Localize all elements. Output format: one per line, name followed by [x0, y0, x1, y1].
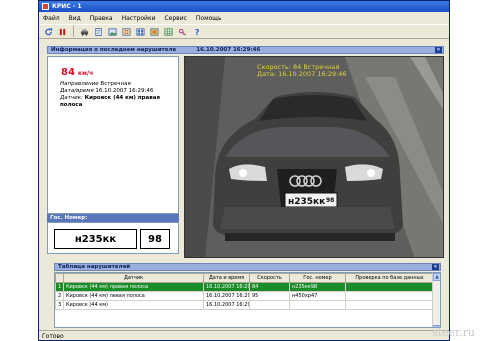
violations-grid: Датчик Дата и время Скорость Гос. номер …	[55, 273, 434, 310]
row-speed: 84	[249, 282, 290, 292]
row-plate: н450хр47	[289, 291, 346, 301]
direction-label: Направление	[60, 81, 99, 87]
key-icon[interactable]	[177, 26, 188, 37]
row-datetime: 16.10.2007 16:29...	[203, 291, 250, 301]
photo-overlay: Скорость: 84 Встречная Дата: 16.10.2007 …	[257, 64, 347, 78]
image-zoom-icon[interactable]	[121, 26, 132, 37]
sensor-row: Датчик: Кировск (44 км) правая полоса	[60, 95, 176, 109]
table-panel-header: Таблица нарушителей ✕	[54, 263, 441, 271]
row-speed	[249, 300, 290, 310]
toolbar: ?	[39, 24, 449, 39]
photo-plate-text: н235кк	[288, 197, 325, 207]
sensor-label: Датчик:	[60, 95, 83, 101]
speed-unit: км/ч	[77, 70, 94, 77]
image-list-icon[interactable]	[135, 26, 146, 37]
col-db-check[interactable]: Проверка по базе данных	[345, 273, 434, 283]
violations-table: Датчик Дата и время Скорость Гос. номер …	[54, 272, 441, 328]
row-datetime: 16.10.2007 16:29...	[203, 300, 250, 310]
refresh-icon[interactable]	[43, 26, 54, 37]
table-row[interactable]: 2 Кировск (44 км) левая полоса 16.10.200…	[55, 291, 434, 301]
speed-value: 84	[61, 67, 75, 78]
row-db-check	[345, 291, 434, 301]
document-icon[interactable]	[93, 26, 104, 37]
pause-icon[interactable]	[57, 26, 68, 37]
info-panel-close-icon[interactable]: ✕	[435, 47, 442, 53]
col-plate[interactable]: Гос. номер	[289, 273, 346, 283]
col-datetime[interactable]: Дата и время	[203, 273, 250, 283]
table-icon[interactable]	[163, 26, 174, 37]
col-speed[interactable]: Скорость	[249, 273, 290, 283]
row-plate: н235кк98	[289, 282, 346, 292]
menu-edit[interactable]: Правка	[90, 15, 113, 22]
row-datetime: 16.10.2007 16:29...	[203, 282, 250, 292]
row-sensor: Кировск (44 км) правая полоса	[63, 282, 204, 292]
menu-service[interactable]: Сервис	[164, 15, 186, 22]
scroll-up-icon[interactable]: ▲	[433, 273, 440, 281]
table-header-row: Датчик Дата и время Скорость Гос. номер …	[55, 273, 434, 283]
plate-region: 98	[140, 229, 170, 249]
status-bar: Готово	[39, 330, 449, 341]
plate-panel: н235кк 98	[47, 222, 179, 254]
direction-value: Встречная	[100, 81, 131, 87]
menu-help[interactable]: Помощь	[196, 15, 222, 22]
print-preview-icon[interactable]	[149, 26, 160, 37]
col-sensor[interactable]: Датчик	[63, 273, 204, 283]
datetime-row: Дата/время 16.10.2007 16:29:46	[60, 88, 176, 95]
toolbar-separator	[73, 26, 74, 37]
datetime-value: 16.10.2007 16:29:46	[95, 88, 154, 94]
watermark: steer.ru	[432, 326, 475, 339]
table-panel-title: Таблица нарушителей	[58, 264, 131, 270]
row-sensor: Кировск (44 км) левая полоса	[63, 291, 204, 301]
row-speed: 95	[249, 291, 290, 301]
col-index	[55, 273, 64, 283]
table-row[interactable]: 1 Кировск (44 км) правая полоса 16.10.20…	[55, 282, 434, 292]
datetime-label: Дата/время	[60, 88, 94, 94]
direction-row: Направление Встречная	[60, 81, 176, 88]
app-icon	[42, 3, 49, 10]
svg-text:?: ?	[195, 27, 200, 37]
violator-info: 84 км/ч Направление Встречная Дата/время…	[47, 56, 179, 214]
status-text: Готово	[42, 332, 64, 340]
menu-file[interactable]: Файл	[43, 15, 60, 22]
table-row[interactable]: 3 Кировск (44 км) 16.10.2007 16:29...	[55, 300, 434, 310]
row-index: 1	[55, 282, 64, 292]
row-plate	[289, 300, 346, 310]
image-icon[interactable]	[107, 26, 118, 37]
car-photo-image: н235кк 98	[185, 57, 443, 257]
plate-number: н235кк	[54, 229, 137, 249]
plate-panel-title: Гос. Номер:	[50, 215, 88, 221]
help-icon[interactable]: ?	[191, 26, 202, 37]
overlay-date: Дата: 16.10.2007 16:29:46	[257, 70, 347, 78]
row-index: 3	[55, 300, 64, 310]
menu-settings[interactable]: Настройки	[122, 15, 156, 22]
info-panel-datetime: 16.10.2007 16:29:46	[196, 47, 261, 53]
row-db-check	[345, 300, 434, 310]
title-bar[interactable]: КРИС - 1	[39, 1, 449, 12]
menu-bar: Файл Вид Правка Настройки Сервис Помощь	[39, 13, 449, 23]
vehicle-icon[interactable]	[79, 26, 90, 37]
table-panel-close-icon[interactable]: ✕	[432, 264, 439, 270]
table-scrollbar[interactable]: ▲ ▼	[432, 273, 440, 327]
window-title: КРИС - 1	[52, 3, 82, 10]
info-panel-title: Информация о последнем нарушителе	[51, 47, 177, 53]
plate-panel-header: Гос. Номер:	[47, 214, 179, 222]
violation-photo[interactable]: н235кк 98 Скорость: 84 Встречная Дата: 1…	[184, 56, 444, 258]
info-panel-header: Информация о последнем нарушителе 16.10.…	[47, 46, 444, 54]
menu-view[interactable]: Вид	[69, 15, 81, 22]
photo-plate-region: 98	[326, 197, 334, 204]
speed-readout: 84 км/ч	[61, 67, 93, 78]
row-sensor: Кировск (44 км)	[63, 300, 204, 310]
row-db-check	[345, 282, 434, 292]
row-index: 2	[55, 291, 64, 301]
